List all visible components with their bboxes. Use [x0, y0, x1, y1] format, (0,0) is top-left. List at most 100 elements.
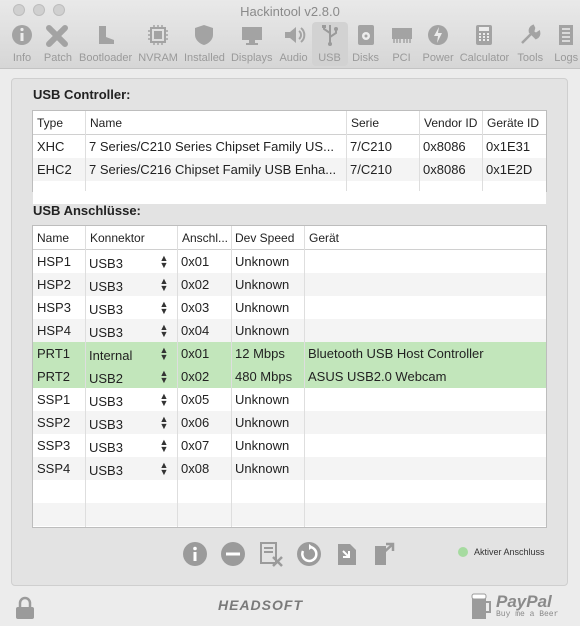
- toolbar-usb[interactable]: USB: [311, 22, 348, 66]
- port-cell-speed: Unknown: [235, 277, 290, 292]
- shield-icon: [195, 25, 214, 45]
- toolbar-patch[interactable]: Patch: [40, 22, 76, 66]
- port-row[interactable]: SSP1 USB3 ▲ ▼ 0x05 Unknown: [33, 388, 546, 411]
- action-bar: [181, 540, 398, 567]
- port-cell-speed: 12 Mbps: [235, 346, 285, 361]
- chevron-updown-icon: ▲ ▼: [159, 370, 169, 384]
- connector-select[interactable]: Internal ▲ ▼: [89, 346, 169, 363]
- logs-icon: [559, 25, 574, 45]
- col-name[interactable]: Name: [90, 116, 122, 130]
- toolbar-bootloader[interactable]: Bootloader: [76, 22, 135, 66]
- chevron-updown-icon: ▲ ▼: [159, 324, 169, 338]
- port-cell-name: HSP3: [37, 300, 71, 315]
- export-icon: [374, 542, 394, 565]
- toolbar-label: Disks: [352, 52, 379, 64]
- refresh-button[interactable]: [295, 540, 322, 567]
- col-type[interactable]: Type: [37, 116, 63, 130]
- toolbar-nvram[interactable]: NVRAM: [135, 22, 181, 66]
- col-port-name[interactable]: Name: [37, 231, 69, 245]
- port-cell-speed: 480 Mbps: [235, 369, 293, 384]
- controller-cell-name: 7 Series/C210 Series Chipset Family US..…: [89, 139, 334, 154]
- port-row[interactable]: SSP2 USB3 ▲ ▼ 0x06 Unknown: [33, 411, 546, 434]
- col-port[interactable]: Anschl...: [182, 231, 228, 245]
- info-button[interactable]: [181, 540, 208, 567]
- port-cell-port: 0x04: [181, 323, 210, 338]
- col-device-id[interactable]: Geräte ID: [487, 116, 539, 130]
- minus-icon: [220, 541, 245, 566]
- toolbar-label: Logs: [554, 52, 579, 64]
- usb-panel: USB Controller: Type Name Serie Vendor I…: [11, 78, 568, 586]
- port-cell-port: 0x01: [181, 346, 210, 361]
- port-row[interactable]: HSP2 USB3 ▲ ▼ 0x02 Unknown: [33, 273, 546, 296]
- ports-table-header: Name Konnektor Anschl... Dev Speed Gerät: [33, 226, 546, 250]
- paypal-donate[interactable]: PayPal Buy me a Beer: [470, 591, 558, 621]
- lock-icon[interactable]: [13, 596, 37, 620]
- toolbar-displays[interactable]: Displays: [228, 22, 276, 66]
- connector-select[interactable]: USB3 ▲ ▼: [89, 392, 169, 409]
- toolbar-installed[interactable]: Installed: [181, 22, 228, 66]
- chevron-updown-icon: ▲ ▼: [159, 255, 169, 269]
- headsoft-logo[interactable]: HEADSOFT: [218, 597, 303, 613]
- col-vendor-id[interactable]: Vendor ID: [424, 116, 477, 130]
- toolbar-label: Installed: [183, 52, 225, 64]
- port-cell-speed: Unknown: [235, 461, 290, 476]
- toolbar-disks[interactable]: Disks: [348, 22, 384, 66]
- toolbar-calculator[interactable]: Calculator: [457, 22, 513, 66]
- controller-cell-vendor: 0x8086: [423, 139, 466, 154]
- connector-value: USB3: [89, 440, 123, 455]
- port-cell-name: HSP2: [37, 277, 71, 292]
- col-connector[interactable]: Konnektor: [90, 231, 145, 245]
- controller-row[interactable]: EHC2 7 Series/C216 Chipset Family USB Enh…: [33, 158, 546, 181]
- connector-select[interactable]: USB3 ▲ ▼: [89, 277, 169, 294]
- patch-icon: [46, 25, 68, 47]
- ports-table[interactable]: Name Konnektor Anschl... Dev Speed Gerät…: [32, 225, 547, 528]
- toolbar-power[interactable]: Power: [420, 22, 457, 66]
- toolbar-pci[interactable]: PCI: [384, 22, 420, 66]
- controller-cell-serie: 7/C210: [350, 139, 392, 154]
- export-button[interactable]: [371, 540, 398, 567]
- port-cell-port: 0x08: [181, 461, 210, 476]
- connector-select[interactable]: USB3 ▲ ▼: [89, 415, 169, 432]
- port-row[interactable]: HSP4 USB3 ▲ ▼ 0x04 Unknown: [33, 319, 546, 342]
- port-cell-speed: Unknown: [235, 438, 290, 453]
- info-icon: [12, 25, 32, 45]
- port-cell-port: 0x01: [181, 254, 210, 269]
- connector-select[interactable]: USB3 ▲ ▼: [89, 461, 169, 478]
- col-dev-speed[interactable]: Dev Speed: [235, 231, 294, 245]
- controller-cell-type: EHC2: [37, 162, 72, 177]
- port-row[interactable]: SSP4 USB3 ▲ ▼ 0x08 Unknown: [33, 457, 546, 480]
- window-title: Hackintool v2.8.0: [240, 4, 340, 19]
- controller-empty-row: [33, 181, 546, 204]
- controller-table[interactable]: Type Name Serie Vendor ID Geräte ID XHC 7…: [32, 110, 547, 204]
- connector-select[interactable]: USB3 ▲ ▼: [89, 300, 169, 317]
- port-row[interactable]: HSP1 USB3 ▲ ▼ 0x01 Unknown: [33, 250, 546, 273]
- port-row[interactable]: PRT1 Internal ▲ ▼ 0x01 12 Mbps Bluetooth USB H…: [33, 342, 546, 365]
- clear-button[interactable]: [257, 540, 284, 567]
- remove-button[interactable]: [219, 540, 246, 567]
- calculator-icon: [476, 25, 493, 45]
- toolbar-info[interactable]: Info: [4, 22, 40, 66]
- connector-select[interactable]: USB3 ▲ ▼: [89, 254, 169, 271]
- col-serie[interactable]: Serie: [351, 116, 379, 130]
- port-cell-name: PRT2: [37, 369, 70, 384]
- controller-cell-serie: 7/C210: [350, 162, 392, 177]
- controller-cell-device: 0x1E31: [486, 139, 531, 154]
- connector-select[interactable]: USB2 ▲ ▼: [89, 369, 169, 386]
- toolbar-audio[interactable]: Audio: [276, 22, 312, 66]
- port-row[interactable]: HSP3 USB3 ▲ ▼ 0x03 Unknown: [33, 296, 546, 319]
- controller-cell-type: XHC: [37, 139, 65, 154]
- toolbar-tools[interactable]: Tools: [512, 22, 548, 66]
- disk-icon: [357, 25, 374, 45]
- connector-select[interactable]: USB3 ▲ ▼: [89, 323, 169, 340]
- controller-row[interactable]: XHC 7 Series/C210 Series Chipset Family U…: [33, 135, 546, 158]
- port-row[interactable]: SSP3 USB3 ▲ ▼ 0x07 Unknown: [33, 434, 546, 457]
- toolbar-logs[interactable]: Logs: [548, 22, 580, 66]
- connector-select[interactable]: USB3 ▲ ▼: [89, 438, 169, 455]
- connector-value: USB3: [89, 325, 123, 340]
- paypal-subtitle: Buy me a Beer: [496, 610, 559, 619]
- connector-value: Internal: [89, 348, 133, 363]
- chevron-updown-icon: ▲ ▼: [159, 462, 169, 476]
- col-device[interactable]: Gerät: [309, 231, 339, 245]
- import-button[interactable]: [333, 540, 360, 567]
- port-row[interactable]: PRT2 USB2 ▲ ▼ 0x02 480 Mbps ASUS USB2.0 Webcam: [33, 365, 546, 388]
